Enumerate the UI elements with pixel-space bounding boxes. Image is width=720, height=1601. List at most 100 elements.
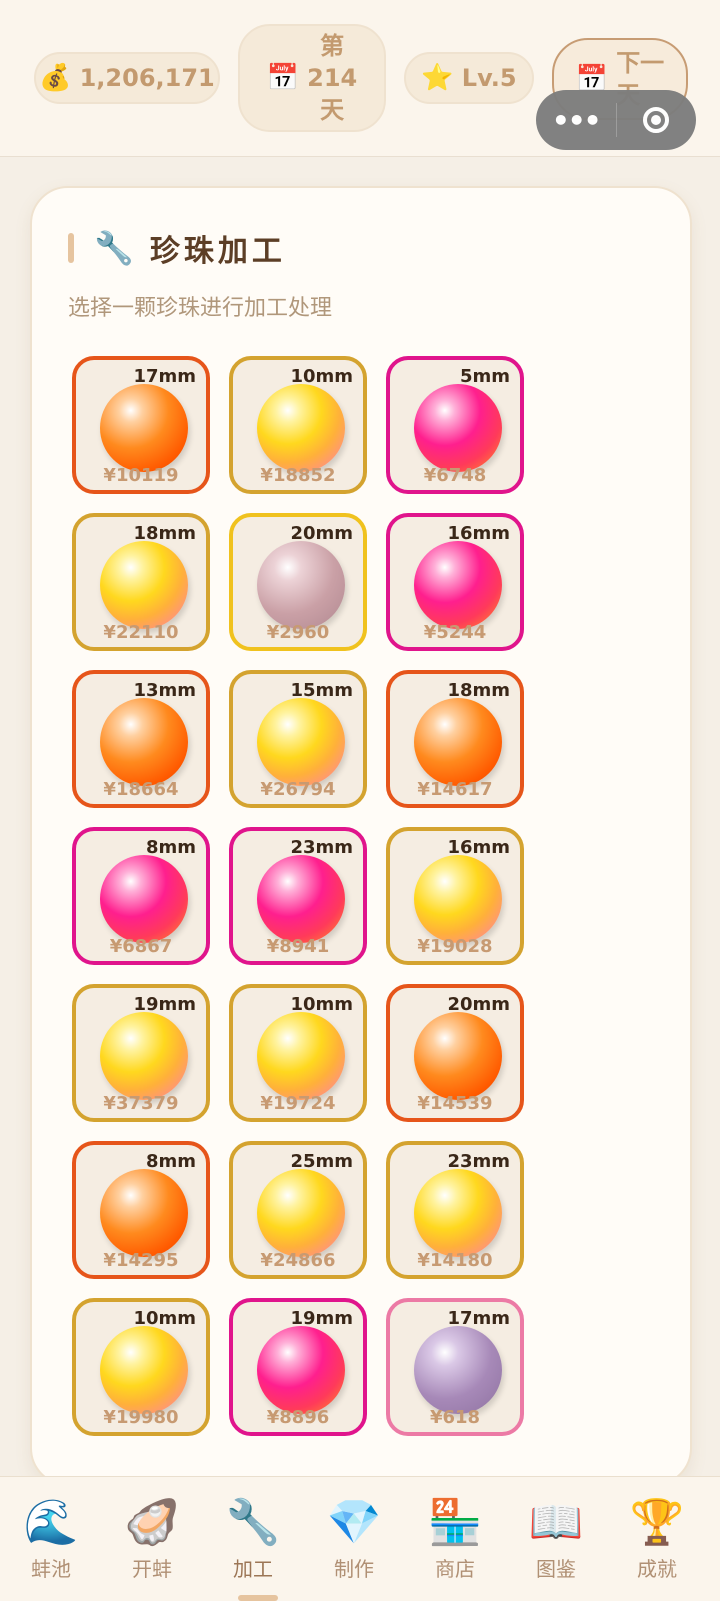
tab-icon: 🔧 [225,1497,281,1548]
pearl-icon [414,698,502,786]
pearl-size: 25mm [290,1151,353,1172]
pearl-price: ¥22110 [103,622,179,643]
pearl-size: 15mm [290,680,353,701]
pearl-card[interactable]: 20mm ¥14539 [386,984,524,1122]
pearl-card[interactable]: 16mm ¥5244 [386,513,524,651]
pearl-icon [100,1012,188,1100]
tab-label: 开蚌 [132,1557,172,1581]
wrench-icon: 🔧 [94,229,134,267]
pearl-card[interactable]: 25mm ¥24866 [229,1141,367,1279]
pearl-price: ¥18852 [260,465,336,486]
tab-label: 商店 [435,1557,475,1581]
pearl-price: ¥18664 [103,779,179,800]
pearl-price: ¥6748 [423,465,487,486]
level-value: Lv.5 [461,64,517,92]
pearl-price: ¥618 [429,1407,481,1428]
pearl-icon [100,855,188,943]
money-bag-icon: 💰 [39,63,72,93]
day-suffix: 天 [320,96,345,124]
pearl-icon [257,698,345,786]
next-day-label-line1: 下一 [616,49,665,77]
pearl-size: 10mm [133,1308,196,1329]
pearl-price: ¥19980 [103,1407,179,1428]
pearl-price: ¥24866 [260,1250,336,1271]
tab-2[interactable]: 🦪 开蚌 [107,1497,197,1582]
pearl-card[interactable]: 5mm ¥6748 [386,356,524,494]
pearl-card[interactable]: 10mm ¥19724 [229,984,367,1122]
card-header: 🔧 珍珠加工 [68,226,286,270]
pearl-icon [414,541,502,629]
pearl-price: ¥19724 [260,1093,336,1114]
tab-6[interactable]: 📖 图鉴 [511,1497,601,1582]
pearl-card[interactable]: 13mm ¥18664 [72,670,210,808]
pearl-price: ¥14539 [417,1093,493,1114]
pearl-size: 20mm [447,994,510,1015]
pearl-icon [100,698,188,786]
pearl-card[interactable]: 16mm ¥19028 [386,827,524,965]
level-chip: ⭐ Lv.5 [404,52,534,104]
pearl-icon [257,1012,345,1100]
pearl-price: ¥14295 [103,1250,179,1271]
pearl-card[interactable]: 17mm ¥10119 [72,356,210,494]
pearl-size: 10mm [290,366,353,387]
pearl-icon [414,855,502,943]
day-prefix: 第 [320,32,345,60]
star-icon: ⭐ [421,63,454,93]
tab-icon: 📖 [528,1497,584,1548]
tab-icon: 🏪 [427,1497,483,1548]
pearl-card[interactable]: 8mm ¥14295 [72,1141,210,1279]
pearl-price: ¥26794 [260,779,336,800]
tab-3[interactable]: 🔧 加工 [208,1497,298,1582]
pearl-card[interactable]: 19mm ¥8896 [229,1298,367,1436]
pearl-size: 23mm [290,837,353,858]
pearl-card[interactable]: 20mm ¥2960 [229,513,367,651]
tab-7[interactable]: 🏆 成就 [612,1497,702,1582]
pearl-size: 16mm [447,523,510,544]
pearl-price: ¥2960 [266,622,330,643]
pearl-size: 5mm [459,366,510,387]
day-chip: 📅 第 214 天 [238,24,386,132]
bottom-tab-bar: 🌊 蚌池 🦪 开蚌 🔧 加工 💎 制作 🏪 商店 📖 图鉴 🏆 成就 [0,1476,720,1601]
pearl-icon [414,384,502,472]
tab-label: 制作 [334,1557,374,1581]
pearl-card[interactable]: 10mm ¥18852 [229,356,367,494]
pearl-icon [257,1169,345,1257]
pearl-size: 16mm [447,837,510,858]
pearl-card[interactable]: 8mm ¥6867 [72,827,210,965]
pearl-size: 8mm [145,1151,196,1172]
pearl-card[interactable]: 18mm ¥22110 [72,513,210,651]
pearl-card[interactable]: 15mm ¥26794 [229,670,367,808]
pearl-card[interactable]: 23mm ¥14180 [386,1141,524,1279]
pearl-size: 17mm [447,1308,510,1329]
pearl-icon [100,1326,188,1414]
pearl-price: ¥6867 [109,936,173,957]
pearl-icon [414,1012,502,1100]
money-chip: 💰 1,206,171 [34,52,220,104]
pearl-size: 18mm [447,680,510,701]
pearl-price: ¥5244 [423,622,487,643]
target-icon[interactable] [617,107,697,133]
more-dots-icon[interactable]: ••• [536,104,616,137]
pearl-card[interactable]: 23mm ¥8941 [229,827,367,965]
pearl-card[interactable]: 18mm ¥14617 [386,670,524,808]
pearl-card[interactable]: 17mm ¥618 [386,1298,524,1436]
miniapp-capsule: ••• [536,90,696,150]
tab-icon: 🌊 [23,1497,79,1548]
pearl-card[interactable]: 10mm ¥19980 [72,1298,210,1436]
pearl-price: ¥8896 [266,1407,330,1428]
pearl-size: 8mm [145,837,196,858]
tab-1[interactable]: 🌊 蚌池 [6,1497,96,1582]
pearl-price: ¥37379 [103,1093,179,1114]
pearl-card[interactable]: 19mm ¥37379 [72,984,210,1122]
pearl-size: 10mm [290,994,353,1015]
pearl-icon [257,384,345,472]
pearl-size: 13mm [133,680,196,701]
pearl-icon [257,855,345,943]
active-tab-indicator [238,1595,278,1601]
tab-5[interactable]: 🏪 商店 [410,1497,500,1582]
pearl-size: 19mm [133,994,196,1015]
pearl-price: ¥8941 [266,936,330,957]
money-value: 1,206,171 [79,64,215,92]
pearl-size: 19mm [290,1308,353,1329]
tab-4[interactable]: 💎 制作 [309,1497,399,1582]
